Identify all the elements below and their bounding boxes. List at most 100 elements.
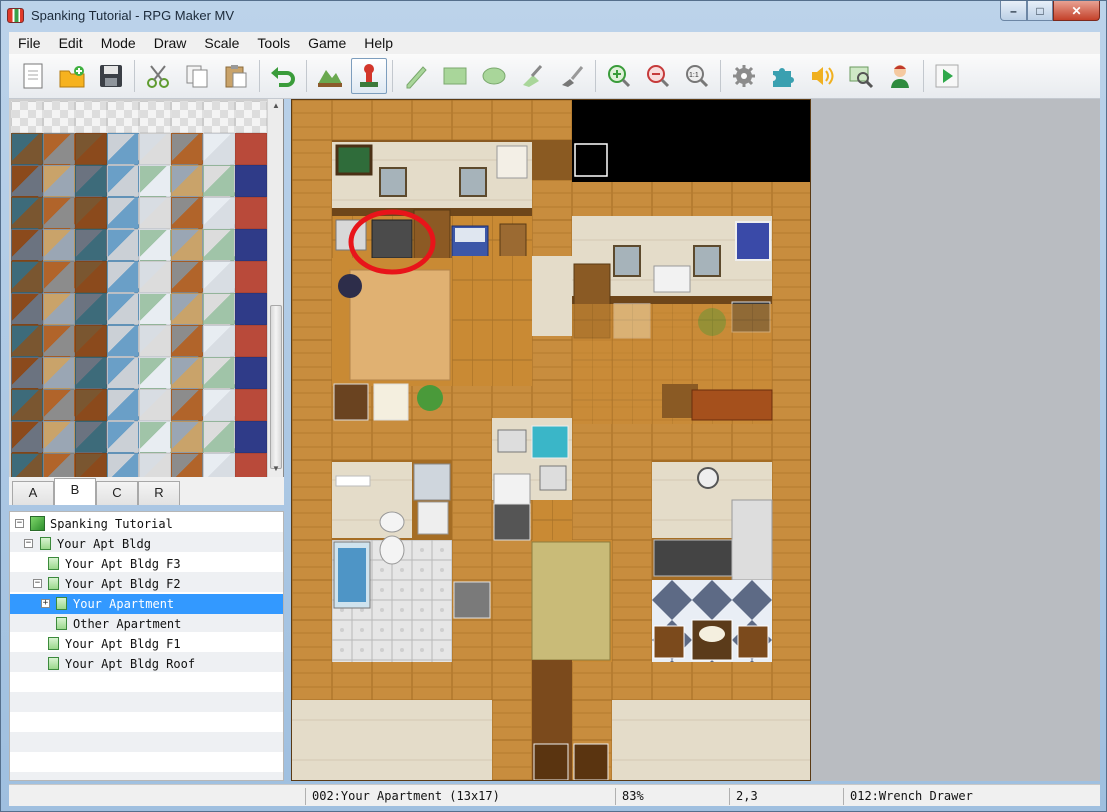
tileset-tile[interactable] [11,165,43,197]
tileset-tile[interactable] [43,325,75,357]
map-tree-item-project[interactable]: − Spanking Tutorial [10,514,283,534]
tileset-tile[interactable] [139,165,171,197]
tileset-tile[interactable] [139,101,171,133]
map-tree-item-other-apartment[interactable]: Other Apartment [10,614,283,634]
tileset-scrollbar[interactable]: ▲ ▼ [267,99,283,477]
tileset-tile[interactable] [139,325,171,357]
tileset-tile[interactable] [11,101,43,133]
tileset-tile[interactable] [203,453,235,477]
tileset-tile[interactable] [235,325,267,357]
collapse-icon[interactable]: − [24,539,33,548]
tileset-tile[interactable] [75,357,107,389]
tab-r[interactable]: R [138,481,180,505]
tab-c[interactable]: C [96,481,138,505]
tileset-tile[interactable] [43,453,75,477]
tileset-tile[interactable] [171,453,203,477]
character-generator-button[interactable] [882,58,918,94]
database-button[interactable] [726,58,762,94]
tileset-tile[interactable] [43,421,75,453]
map-tree-item-your-apt-bldg-f1[interactable]: Your Apt Bldg F1 [10,634,283,654]
tileset-tile[interactable] [171,421,203,453]
tileset-tile[interactable] [139,197,171,229]
tileset-palette[interactable]: ▲ ▼ [9,99,284,477]
tileset-tile[interactable] [11,229,43,261]
tileset-tile[interactable] [43,357,75,389]
tileset-tile[interactable] [11,453,43,477]
sound-test-button[interactable] [804,58,840,94]
tileset-tile[interactable] [235,229,267,261]
menu-edit[interactable]: Edit [50,32,92,54]
tileset-tile[interactable] [11,389,43,421]
tileset-tile[interactable] [11,357,43,389]
save-project-button[interactable] [93,58,129,94]
close-button[interactable]: ✕ [1053,1,1100,21]
plugin-manager-button[interactable] [765,58,801,94]
tileset-tile[interactable] [235,293,267,325]
tileset-tile[interactable] [203,197,235,229]
tileset-tile[interactable] [235,197,267,229]
tileset-tile[interactable] [203,261,235,293]
tileset-tile[interactable] [43,389,75,421]
map-canvas[interactable] [291,99,811,781]
tileset-tile[interactable] [75,389,107,421]
menu-tools[interactable]: Tools [248,32,299,54]
tileset-tile[interactable] [171,197,203,229]
tileset-tile[interactable] [203,229,235,261]
tileset-tile[interactable] [11,197,43,229]
tileset-tile[interactable] [171,229,203,261]
tileset-tile[interactable] [75,261,107,293]
shadow-pen-button[interactable] [554,58,590,94]
paste-button[interactable] [218,58,254,94]
map-tree-item-your-apt-bldg-f3[interactable]: Your Apt Bldg F3 [10,554,283,574]
tileset-tile[interactable] [107,229,139,261]
tileset-tile[interactable] [235,133,267,165]
tileset-tile[interactable] [75,165,107,197]
tileset-tile[interactable] [107,261,139,293]
menu-mode[interactable]: Mode [92,32,145,54]
tileset-tile[interactable] [107,357,139,389]
tileset-tile[interactable] [107,165,139,197]
tileset-tile[interactable] [139,293,171,325]
flood-fill-button[interactable] [515,58,551,94]
tileset-tile[interactable] [235,165,267,197]
tileset-tile[interactable] [107,421,139,453]
map-tree-item-your-apt-bldg[interactable]: − Your Apt Bldg [10,534,283,554]
title-bar[interactable]: Spanking Tutorial - RPG Maker MV – □ ✕ [1,1,1106,31]
tileset-tile[interactable] [75,421,107,453]
scroll-down-icon[interactable]: ▼ [271,464,281,474]
tileset-tile[interactable] [43,229,75,261]
rectangle-button[interactable] [437,58,473,94]
tileset-tile[interactable] [75,325,107,357]
cut-button[interactable] [140,58,176,94]
tileset-tile[interactable] [139,421,171,453]
scroll-up-icon[interactable]: ▲ [271,101,281,111]
tileset-tile[interactable] [171,101,203,133]
event-search-button[interactable] [843,58,879,94]
tab-b[interactable]: B [54,478,96,505]
zoom-out-button[interactable] [640,58,676,94]
tileset-tile[interactable] [139,261,171,293]
actual-size-button[interactable]: 1:1 [679,58,715,94]
new-project-button[interactable] [15,58,51,94]
menu-help[interactable]: Help [355,32,402,54]
tileset-tile[interactable] [75,197,107,229]
tileset-tile[interactable] [75,101,107,133]
tileset-tile[interactable] [235,421,267,453]
ellipse-button[interactable] [476,58,512,94]
tab-a[interactable]: A [12,481,54,505]
tileset-tile[interactable] [11,293,43,325]
tileset-tile[interactable] [107,133,139,165]
tileset-tile[interactable] [107,325,139,357]
tileset-tile[interactable] [139,229,171,261]
minimize-button[interactable]: – [1000,1,1027,21]
tileset-tile[interactable] [139,357,171,389]
tileset-tile[interactable] [107,197,139,229]
tileset-tile[interactable] [75,453,107,477]
tileset-tile[interactable] [139,453,171,477]
playtest-button[interactable] [929,58,965,94]
undo-button[interactable] [265,58,301,94]
tileset-tile[interactable] [171,293,203,325]
map-tree-item-your-apt-bldg-roof[interactable]: Your Apt Bldg Roof [10,654,283,674]
tileset-grid[interactable] [11,101,267,477]
tileset-tile[interactable] [107,389,139,421]
